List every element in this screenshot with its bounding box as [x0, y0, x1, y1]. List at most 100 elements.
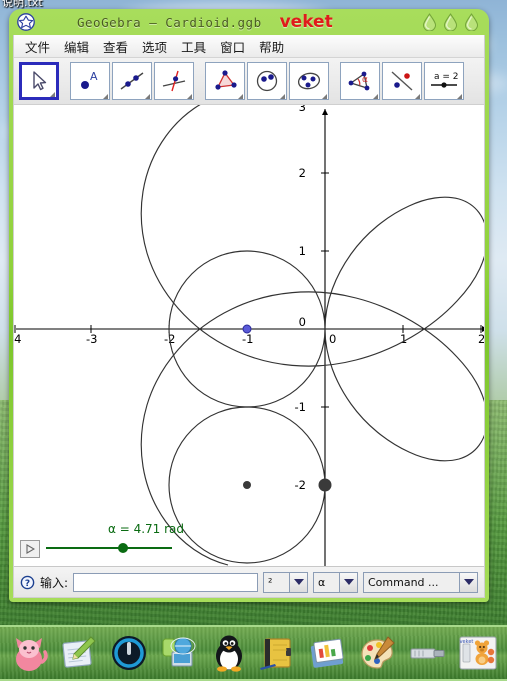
menu-view[interactable]: 查看 — [96, 35, 135, 58]
command-dropdown-value: Command ... — [363, 571, 459, 593]
x-tick-1: 1 — [400, 332, 407, 346]
slider-track[interactable] — [46, 547, 172, 549]
symbol-dropdown[interactable]: α — [313, 571, 358, 593]
chevron-down-icon[interactable] — [368, 94, 378, 99]
svg-text:A: A — [90, 70, 98, 83]
tool-reflect[interactable] — [382, 62, 422, 100]
dock-item-penguin[interactable] — [207, 631, 251, 675]
blue-media-icon — [111, 636, 146, 670]
toolbar-group-measure: α a = 2 — [339, 62, 465, 100]
menubar: 文件 编辑 查看 选项 工具 窗口 帮助 — [14, 35, 484, 58]
dock-item-notepad[interactable] — [57, 631, 101, 675]
polygon-icon — [215, 70, 237, 90]
notepad-pencil-icon — [62, 636, 96, 668]
chevron-down-icon[interactable] — [317, 94, 327, 99]
dock-item-network[interactable] — [157, 631, 201, 675]
point-tracing[interactable] — [318, 478, 332, 492]
power-dropdown[interactable]: ² — [263, 571, 308, 593]
y-tick--2: -2 — [295, 478, 306, 492]
menu-edit[interactable]: 编辑 — [57, 35, 96, 58]
input-field[interactable] — [73, 572, 258, 592]
dock-item-notebook[interactable] — [256, 631, 300, 675]
chevron-down-icon[interactable] — [410, 94, 420, 99]
tool-conic[interactable] — [289, 62, 329, 100]
graph-canvas[interactable]: -4 -3 -2 -1 0 1 2 3 2 1 0 -1 -2 — [14, 105, 484, 566]
menu-options[interactable]: 选项 — [135, 35, 174, 58]
chevron-down-icon[interactable] — [452, 94, 462, 99]
angle-slider[interactable]: α = 4.71 rad — [20, 522, 200, 562]
dock-item-usb[interactable] — [406, 631, 450, 675]
help-icon[interactable]: ? — [20, 575, 35, 590]
veket-bear-icon: veket — [459, 636, 497, 670]
tool-line[interactable] — [112, 62, 152, 100]
slider-icon: a = 2 — [431, 72, 459, 88]
input-bar: ? 输入: ² α Command ... — [14, 566, 484, 597]
dock-item-media[interactable] — [107, 631, 151, 675]
chevron-down-icon[interactable] — [289, 571, 308, 593]
svg-text:veket: veket — [460, 639, 474, 645]
chevron-down-icon[interactable] — [45, 92, 55, 97]
penguin-icon — [215, 635, 242, 672]
point-center-blue[interactable] — [242, 324, 252, 334]
play-icon — [26, 544, 35, 554]
reflect-about-line-icon — [391, 71, 413, 91]
chevron-down-icon[interactable] — [182, 94, 192, 99]
x-tick-2: 2 — [478, 332, 484, 346]
chevron-down-icon[interactable] — [275, 94, 285, 99]
line-through-two-points-icon — [120, 72, 144, 90]
menu-help[interactable]: 帮助 — [252, 35, 291, 58]
dock-item-paint[interactable] — [356, 631, 400, 675]
x-tick-0: 0 — [329, 332, 336, 346]
command-dropdown[interactable]: Command ... — [363, 571, 478, 593]
menu-tools[interactable]: 工具 — [174, 35, 213, 58]
paint-palette-icon — [361, 636, 395, 669]
window-client-area: 文件 编辑 查看 选项 工具 窗口 帮助 A α a = 2 4 -3 -2 -… — [13, 35, 485, 598]
yellow-notebook-icon — [260, 638, 292, 670]
menu-window[interactable]: 窗口 — [213, 35, 252, 58]
tool-polygon[interactable] — [205, 62, 245, 100]
chevron-down-icon[interactable] — [459, 571, 478, 593]
y-tick-2: 2 — [299, 166, 306, 180]
svg-text:α: α — [362, 75, 368, 85]
pink-cat-icon — [15, 638, 48, 671]
animation-play-button[interactable] — [20, 540, 40, 558]
x-tick--1: -1 — [242, 332, 253, 346]
x-tick--3: -3 — [86, 332, 97, 346]
slider-knob[interactable] — [118, 543, 128, 553]
chevron-down-icon[interactable] — [140, 94, 150, 99]
toolbar-group-move — [18, 62, 60, 100]
office-chart-icon — [311, 638, 344, 668]
desktop-icon-label[interactable]: 说明.txt — [2, 0, 43, 9]
geogebra-window: GeoGebra – Cardioid.ggb veket 文件 编辑 查看 选… — [9, 9, 489, 602]
chevron-down-icon[interactable] — [339, 571, 358, 593]
tool-move[interactable] — [19, 62, 59, 100]
graphics-view[interactable]: -4 -3 -2 -1 0 1 2 3 2 1 0 -1 -2 — [14, 105, 484, 566]
angle-icon: α — [348, 71, 370, 91]
point-rolling-center[interactable] — [243, 481, 251, 489]
tool-angle[interactable]: α — [340, 62, 380, 100]
dock-item-veket-bear[interactable]: veket — [456, 631, 500, 675]
window-title: GeoGebra – Cardioid.ggb — [77, 14, 262, 30]
chevron-down-icon[interactable] — [98, 94, 108, 99]
toolbar-group-point: A — [69, 62, 195, 100]
close-button[interactable] — [464, 13, 479, 31]
maximize-button[interactable] — [443, 13, 458, 31]
dock-item-pink-cat[interactable] — [7, 631, 51, 675]
x-tick--4: -4 — [14, 332, 21, 346]
svg-text:?: ? — [25, 579, 30, 589]
chevron-down-icon[interactable] — [233, 94, 243, 99]
toolbar: A α a = 2 — [14, 58, 484, 105]
menu-file[interactable]: 文件 — [18, 35, 57, 58]
usb-drive-icon — [410, 648, 445, 659]
tool-point[interactable]: A — [70, 62, 110, 100]
tool-slider[interactable]: a = 2 — [424, 62, 464, 100]
minimize-button[interactable] — [422, 13, 437, 31]
toolbar-group-shape — [204, 62, 330, 100]
dock-item-office[interactable] — [306, 631, 350, 675]
taskbar-dock: veket — [0, 625, 507, 681]
tool-perpendicular[interactable] — [154, 62, 194, 100]
axis-tick-labels: -4 -3 -2 -1 0 1 2 3 2 1 0 -1 -2 — [14, 105, 484, 492]
tool-circle[interactable] — [247, 62, 287, 100]
window-titlebar[interactable]: GeoGebra – Cardioid.ggb veket — [13, 9, 485, 35]
conic-five-points-icon — [297, 72, 321, 90]
